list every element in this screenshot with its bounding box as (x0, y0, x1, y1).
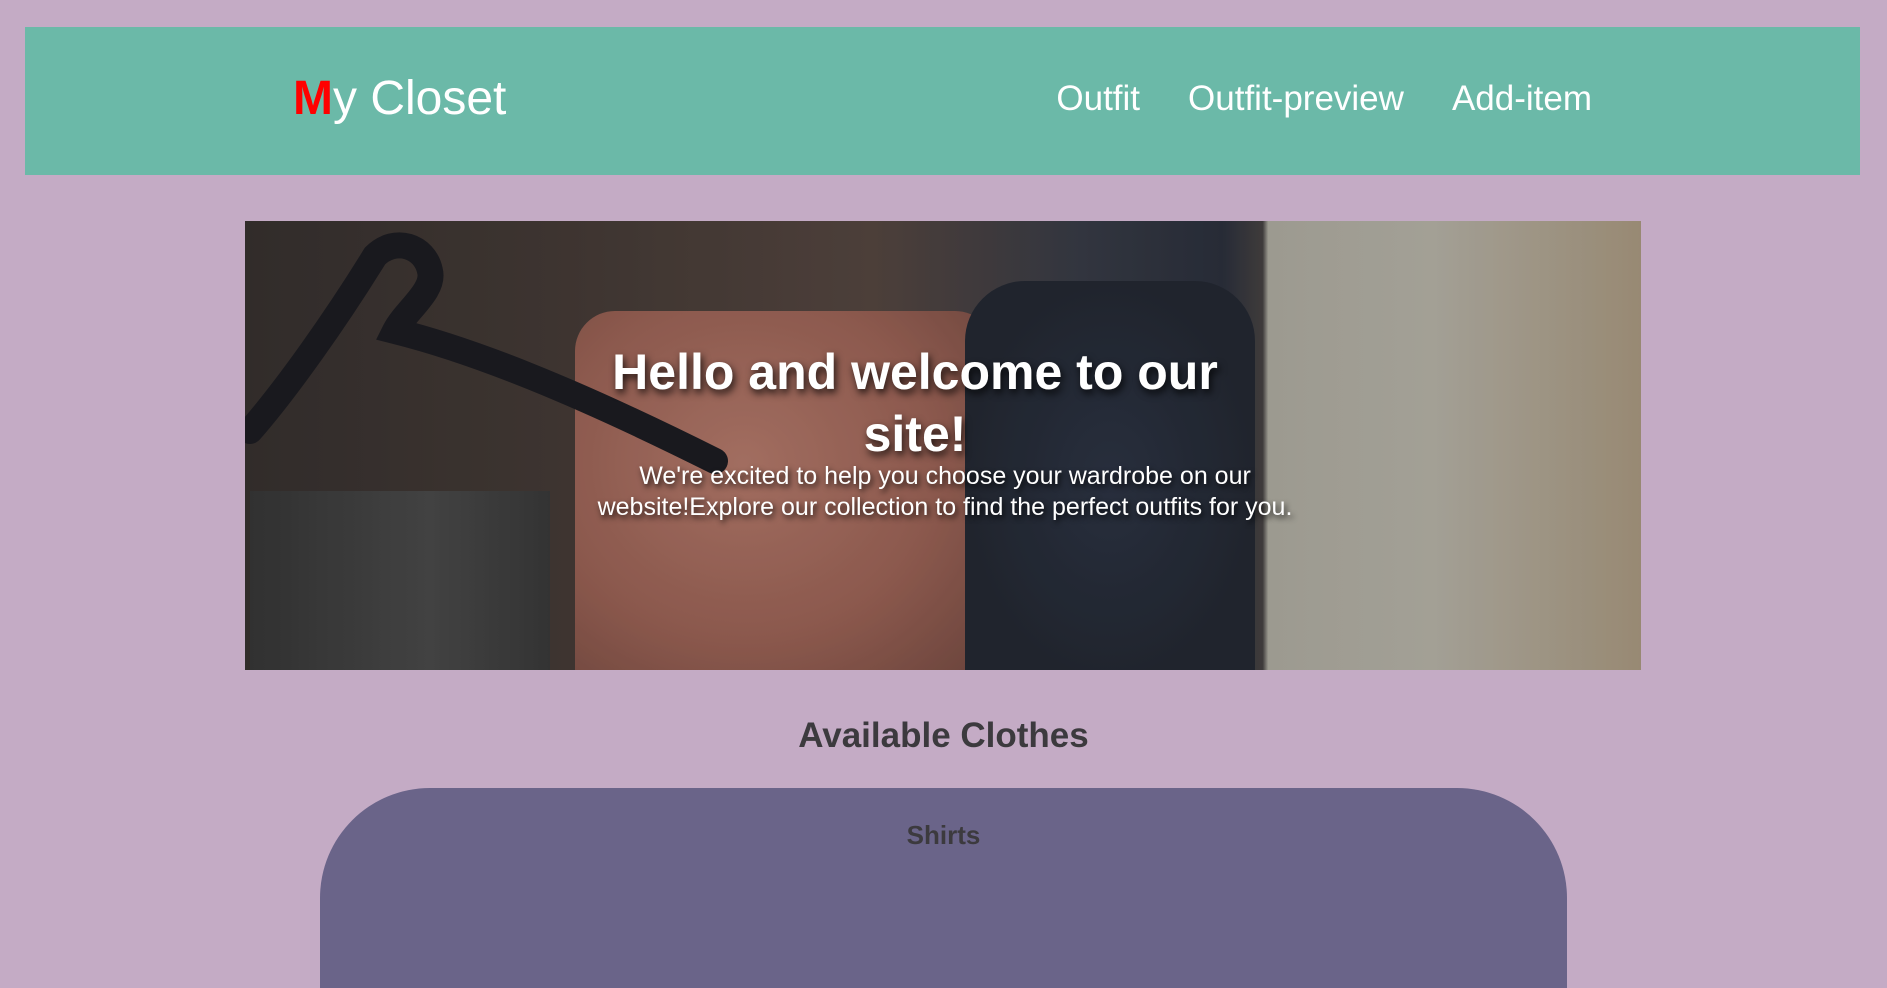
navbar: My Closet Outfit Outfit-preview Add-item (25, 27, 1860, 175)
logo-text: y Closet (332, 72, 507, 125)
nav-links: Outfit Outfit-preview Add-item (1056, 81, 1592, 116)
category-title: Shirts (906, 820, 981, 850)
nav-link-add-item[interactable]: Add-item (1452, 81, 1592, 116)
hero-banner: Hello and welcome to our site! We're exc… (245, 221, 1641, 670)
nav-link-outfit-preview[interactable]: Outfit-preview (1188, 81, 1404, 116)
nav-link-outfit[interactable]: Outfit (1056, 81, 1140, 116)
hero-description: We're excited to help you choose your wa… (597, 462, 1293, 521)
available-clothes-heading: Available Clothes (798, 716, 1089, 755)
site-logo[interactable]: My Closet (293, 75, 506, 123)
hero-title: Hello and welcome to our site! (612, 344, 1218, 462)
logo-initial: M (293, 72, 333, 125)
category-card-shirts[interactable]: Shirts (320, 788, 1567, 988)
